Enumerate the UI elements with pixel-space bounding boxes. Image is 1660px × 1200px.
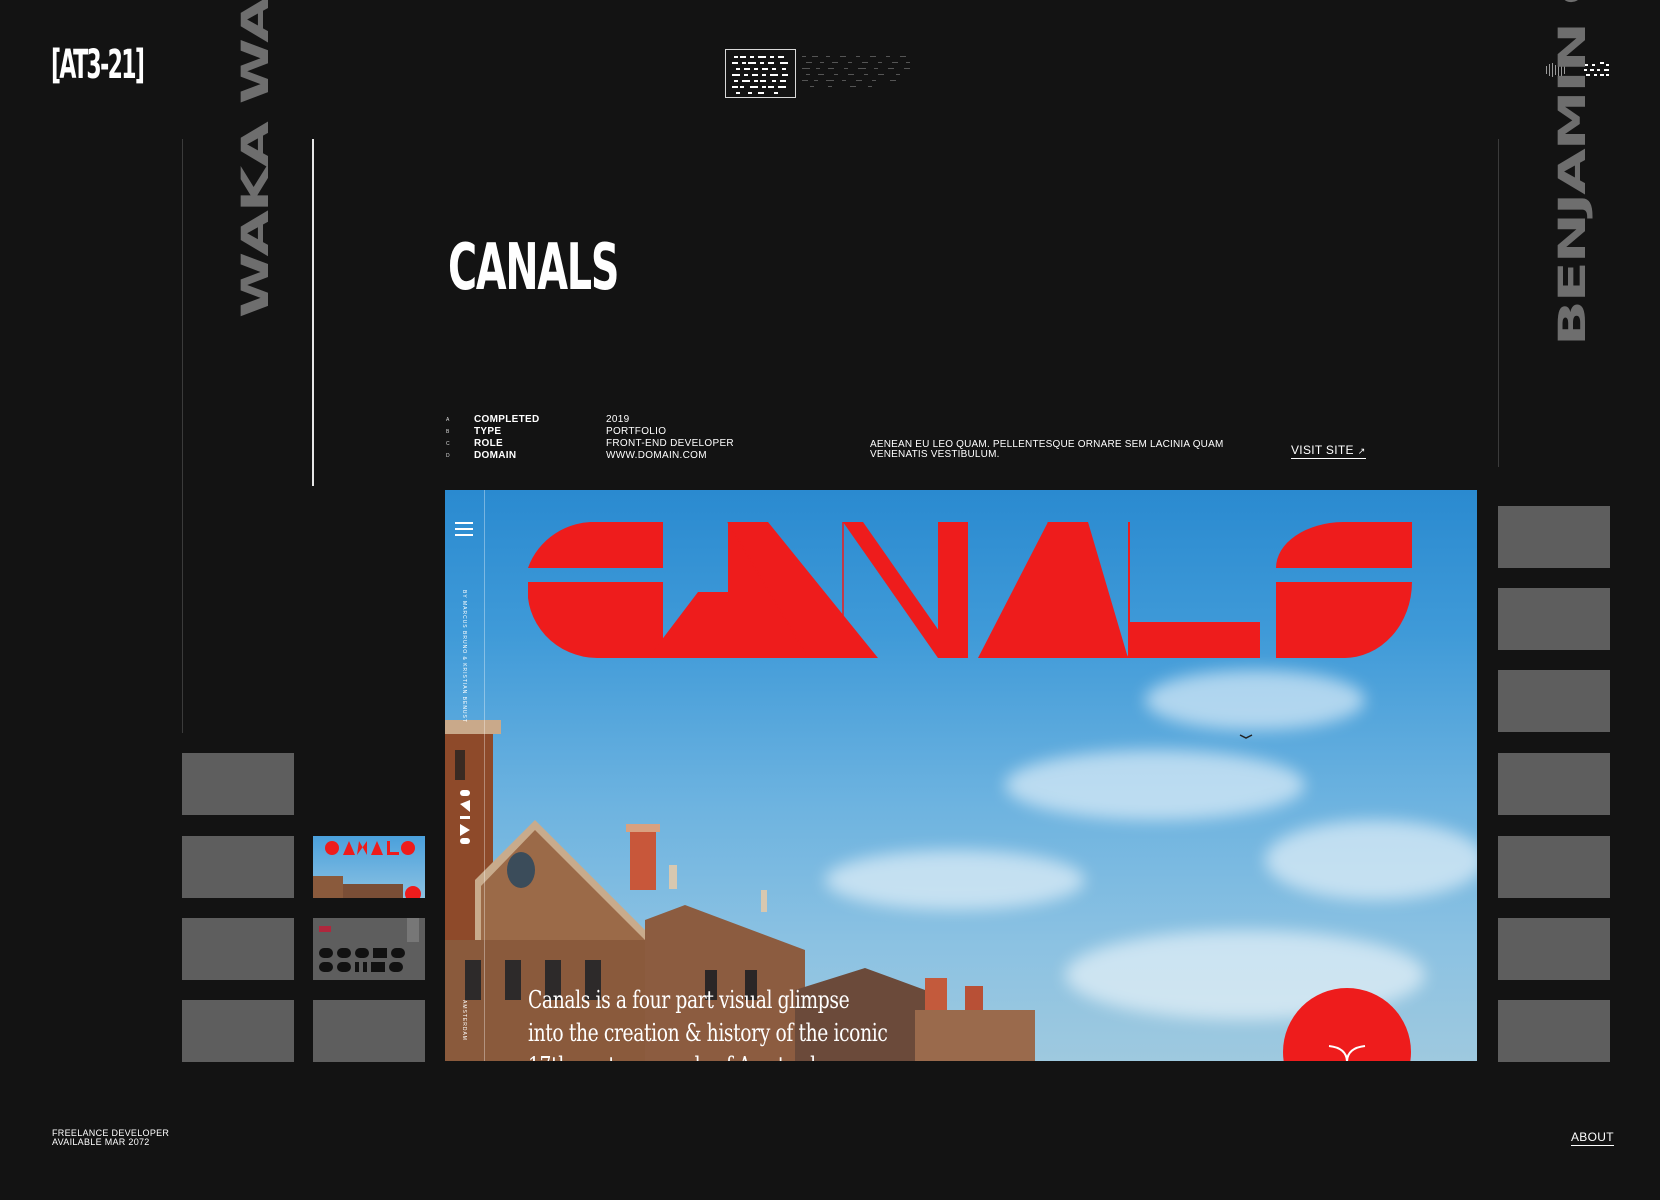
- project-tile[interactable]: [1498, 588, 1610, 650]
- dot-matrix-pattern-icon[interactable]: [725, 49, 796, 98]
- project-tile[interactable]: [1498, 1000, 1610, 1062]
- canals-thumb-logo-icon: [313, 841, 421, 898]
- project-tile[interactable]: [313, 1000, 425, 1062]
- external-arrow-icon: ↗: [1357, 446, 1366, 456]
- visit-site-link[interactable]: VISIT SITE ↗: [1291, 443, 1366, 459]
- status-line: AVAILABLE MAR 2072: [52, 1137, 150, 1147]
- project-thumbnail-secondary[interactable]: [313, 918, 425, 980]
- meta-row-type: B TYPE PORTFOLIO: [446, 426, 734, 438]
- site-logo[interactable]: [AT3-21]: [51, 42, 145, 88]
- preview-credit: BY MARCUS BRUNO & KRISTIAN BENUST: [461, 590, 467, 723]
- meta-row-completed: A COMPLETED 2019: [446, 414, 734, 426]
- project-tile[interactable]: [182, 753, 294, 815]
- secondary-thumb-logo-icon: [319, 918, 419, 972]
- meta-key: DOMAIN: [474, 450, 517, 461]
- project-tile[interactable]: [1498, 918, 1610, 980]
- meta-index: C: [446, 441, 450, 447]
- meta-index: D: [446, 453, 450, 459]
- project-tile[interactable]: [182, 918, 294, 980]
- meta-value: 2019: [606, 414, 630, 425]
- visit-site-label: VISIT SITE: [1291, 443, 1354, 457]
- preview-city: AMSTERDAM: [461, 1000, 467, 1041]
- project-meta: A COMPLETED 2019 B TYPE PORTFOLIO C ROLE…: [446, 414, 734, 462]
- project-description: AENEAN EU LEO QUAM. PELLENTESQUE ORNARE …: [870, 439, 1224, 460]
- availability-status: FREELANCE DEVELOPER AVAILABLE MAR 2072: [52, 1129, 169, 1147]
- project-tile[interactable]: [1498, 753, 1610, 815]
- about-link[interactable]: ABOUT: [1571, 1130, 1614, 1146]
- tagline-line: Canals is a four part visual glimpse: [528, 986, 850, 1014]
- meta-key: TYPE: [474, 426, 502, 437]
- meta-row-domain: D DOMAIN WWW.DOMAIN.COM: [446, 450, 734, 462]
- project-tile[interactable]: [182, 836, 294, 898]
- project-tile[interactable]: [182, 1000, 294, 1062]
- canals-mini-logo-icon: [460, 790, 470, 844]
- meta-value: PORTFOLIO: [606, 426, 667, 437]
- preview-sidebar: BY MARCUS BRUNO & KRISTIAN BENUST AMSTER…: [445, 490, 485, 1061]
- left-vertical-name: WAKA WAKA: [233, 0, 278, 318]
- canals-logo-icon: [528, 522, 1412, 658]
- meta-key: COMPLETED: [474, 414, 540, 425]
- page-title: CANALS: [448, 231, 619, 305]
- hamburger-menu-icon[interactable]: [455, 522, 473, 536]
- tagline-line: into the creation & history of the iconi…: [528, 1019, 888, 1047]
- project-tile[interactable]: [1498, 670, 1610, 732]
- preview-tagline: Canals is a four part visual glimpse int…: [528, 984, 888, 1061]
- chevron-down-icon: [1328, 1045, 1366, 1061]
- right-vertical-name: BENJAMIN GEDJ: [1550, 0, 1595, 346]
- dot-matrix-pattern-trail: [800, 54, 916, 92]
- project-thumbnail-canals[interactable]: [313, 836, 425, 898]
- meta-value: WWW.DOMAIN.COM: [606, 450, 707, 461]
- project-tile[interactable]: [1498, 836, 1610, 898]
- meta-row-role: C ROLE FRONT-END DEVELOPER: [446, 438, 734, 450]
- project-tile[interactable]: [1498, 506, 1610, 568]
- meta-value: FRONT-END DEVELOPER: [606, 438, 734, 449]
- project-preview-image[interactable]: BY MARCUS BRUNO & KRISTIAN BENUST AMSTER…: [445, 490, 1477, 1061]
- left-accent-line: [312, 139, 314, 486]
- tagline-line: 17th-century canals of Amsterdam: [528, 1050, 887, 1061]
- right-frame-line: [1498, 139, 1499, 467]
- meta-key: ROLE: [474, 438, 503, 449]
- left-frame-line: [182, 139, 183, 733]
- meta-index: A: [446, 417, 450, 423]
- meta-index: B: [446, 429, 450, 435]
